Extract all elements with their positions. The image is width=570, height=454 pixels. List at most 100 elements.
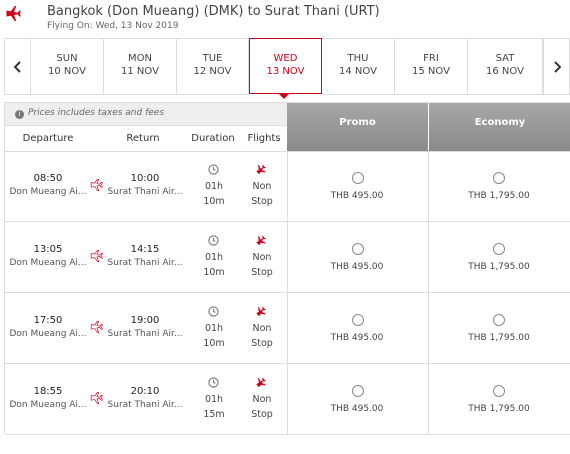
col-flights: Flights xyxy=(247,133,281,144)
date-option-fri[interactable]: FRI 15 NOV xyxy=(395,38,468,95)
promo-price: THB 495.00 xyxy=(330,262,384,272)
economy-fare-radio[interactable] xyxy=(493,172,505,184)
departure-airport: Don Mueang Ai... xyxy=(9,258,87,268)
date-option-mon[interactable]: MON 11 NOV xyxy=(104,38,177,95)
plane-icon xyxy=(90,392,103,405)
arrival-airport: Surat Thani Air... xyxy=(107,258,183,268)
stops-label: Non xyxy=(252,323,272,334)
departure-airport: Don Mueang Ai... xyxy=(9,187,87,197)
clock-icon xyxy=(208,306,219,317)
chevron-left-icon xyxy=(13,60,21,73)
date-dow: SAT xyxy=(495,53,515,64)
duration-minutes: 10m xyxy=(203,338,225,349)
flight-selection-page: Bangkok (Don Mueang) (DMK) to Surat Than… xyxy=(0,0,570,454)
info-icon: i xyxy=(15,110,24,119)
duration-hours: 01h xyxy=(204,181,224,192)
promo-fare-radio[interactable] xyxy=(352,385,364,397)
divider xyxy=(287,151,288,435)
economy-fare-radio[interactable] xyxy=(493,243,505,255)
divider xyxy=(5,125,287,126)
arrival-time: 20:10 xyxy=(130,386,160,397)
promo-price: THB 495.00 xyxy=(330,191,384,201)
promo-fare-radio[interactable] xyxy=(352,314,364,326)
route-title: Bangkok (Don Mueang) (DMK) to Surat Than… xyxy=(47,4,380,19)
date-day: 16 NOV xyxy=(486,66,524,77)
prev-date-button[interactable] xyxy=(4,38,31,95)
economy-fare-radio[interactable] xyxy=(493,314,505,326)
departure-time: 13:05 xyxy=(33,244,63,255)
fare-divider xyxy=(428,103,429,151)
clock-icon xyxy=(208,377,219,388)
date-dow: SUN xyxy=(56,53,78,64)
duration-minutes: 10m xyxy=(203,196,225,207)
plane-icon xyxy=(90,250,103,263)
duration-minutes: 10m xyxy=(203,267,225,278)
fare-header-economy: Economy xyxy=(429,103,570,151)
departure-time: 08:50 xyxy=(33,173,63,184)
stops-label: Stop xyxy=(251,409,273,420)
date-day: 14 NOV xyxy=(339,66,377,77)
economy-price: THB 1,795.00 xyxy=(468,404,530,414)
departure-airport: Don Mueang Ai... xyxy=(9,329,87,339)
economy-fare-radio[interactable] xyxy=(493,385,505,397)
arrival-time: 10:00 xyxy=(130,173,160,184)
arrival-airport: Surat Thani Air... xyxy=(107,329,183,339)
departure-time: 18:55 xyxy=(33,386,63,397)
date-dow: WED xyxy=(273,53,298,64)
stops-label: Stop xyxy=(251,196,273,207)
departure-time: 17:50 xyxy=(33,315,63,326)
next-date-button[interactable] xyxy=(543,38,570,95)
date-day: 13 NOV xyxy=(266,66,305,77)
plane-icon xyxy=(256,235,266,246)
duration-hours: 01h xyxy=(204,394,224,405)
plane-icon xyxy=(256,164,266,175)
date-selector: SUN 10 NOV MON 11 NOV TUE 12 NOV WED 13 NOV THU 1… xyxy=(4,38,570,97)
date-dow: FRI xyxy=(423,53,439,64)
duration-hours: 01h xyxy=(204,252,224,263)
chevron-right-icon xyxy=(553,60,561,73)
arrival-airport: Surat Thani Air... xyxy=(107,187,183,197)
date-dow: TUE xyxy=(202,53,223,64)
date-day: 11 NOV xyxy=(121,66,159,77)
arrival-time: 14:15 xyxy=(130,244,160,255)
col-return: Return xyxy=(126,133,160,144)
economy-price: THB 1,795.00 xyxy=(468,262,530,272)
departure-airport: Don Mueang Ai... xyxy=(9,400,87,410)
clock-icon xyxy=(208,235,219,246)
plane-icon xyxy=(256,377,266,388)
flights-table: i Prices includes taxes and fees Departur… xyxy=(4,102,570,435)
plane-icon xyxy=(90,321,103,334)
economy-price: THB 1,795.00 xyxy=(468,333,530,343)
date-dow: THU xyxy=(347,53,369,64)
date-option-tue[interactable]: TUE 12 NOV xyxy=(177,38,249,95)
duration-hours: 01h xyxy=(204,323,224,334)
plane-icon xyxy=(6,6,21,21)
stops-label: Stop xyxy=(251,267,273,278)
stops-label: Non xyxy=(252,394,272,405)
date-dow: MON xyxy=(128,53,152,64)
date-day: 12 NOV xyxy=(193,66,232,77)
promo-fare-radio[interactable] xyxy=(352,243,364,255)
date-option-wed[interactable]: WED 13 NOV xyxy=(249,38,322,94)
col-duration: Duration xyxy=(191,133,235,144)
route-header: Bangkok (Don Mueang) (DMK) to Surat Than… xyxy=(0,0,570,38)
plane-icon xyxy=(256,306,266,317)
date-option-thu[interactable]: THU 14 NOV xyxy=(322,38,395,95)
promo-fare-radio[interactable] xyxy=(352,172,364,184)
clock-icon xyxy=(208,164,219,175)
tax-note: i Prices includes taxes and fees xyxy=(5,103,287,125)
stops-label: Non xyxy=(252,252,272,263)
promo-price: THB 495.00 xyxy=(330,404,384,414)
economy-price: THB 1,795.00 xyxy=(468,191,530,201)
plane-icon xyxy=(90,179,103,192)
arrival-airport: Surat Thani Air... xyxy=(107,400,183,410)
duration-minutes: 15m xyxy=(203,409,225,420)
date-day: 15 NOV xyxy=(412,66,450,77)
date-option-sun[interactable]: SUN 10 NOV xyxy=(31,38,104,95)
col-departure: Departure xyxy=(22,133,74,144)
fare-header-promo: Promo xyxy=(287,103,428,151)
divider xyxy=(428,151,429,435)
promo-price: THB 495.00 xyxy=(330,333,384,343)
arrival-time: 19:00 xyxy=(130,315,160,326)
date-option-sat[interactable]: SAT 16 NOV xyxy=(468,38,543,95)
